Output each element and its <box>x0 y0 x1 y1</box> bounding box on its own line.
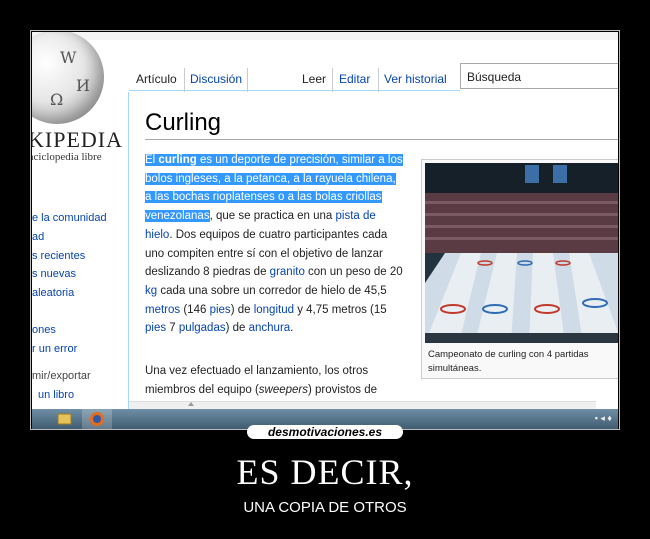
poster-title: ES DECIR, <box>236 452 414 492</box>
infobox-thumbnail: Campeonato de curling con 4 partidas sim… <box>421 159 618 379</box>
text-run: ) provistos de <box>308 383 378 396</box>
tab-separator <box>247 68 248 92</box>
globe-glyph: И <box>76 76 90 95</box>
link-petanca[interactable]: petanca <box>246 173 287 185</box>
scroll-up-arrow-icon[interactable] <box>188 402 194 406</box>
text-run: ) de <box>230 303 254 316</box>
text-run: , que se practica en una <box>209 210 336 223</box>
text-run: o a las <box>274 191 316 204</box>
text-run: El <box>145 154 159 166</box>
firefox-icon[interactable] <box>82 409 112 429</box>
link-anchura[interactable]: anchura <box>249 322 291 334</box>
link-kg[interactable]: kg <box>145 285 157 297</box>
system-tray-icons[interactable]: ▪ ◂ ♦ <box>595 413 612 424</box>
link-bochas[interactable]: bochas rioplatenses <box>173 191 275 203</box>
tab-discusion[interactable]: Discusión <box>190 72 242 86</box>
tab-separator <box>332 68 333 92</box>
sidebar-item-aleatoria[interactable]: aleatoria <box>32 287 74 299</box>
search-input[interactable]: Búsqueda <box>460 63 618 89</box>
link-bolos-ingleses[interactable]: bolos ingleses <box>145 173 218 185</box>
curling-arena-photo[interactable] <box>425 163 618 343</box>
tab-ver-historial[interactable]: Ver historial <box>384 72 447 86</box>
text-run: con un peso de 20 <box>304 266 403 279</box>
browser-screen: W И Ω KIPEDIA nciclopedia libre e la com… <box>32 32 618 429</box>
text-run: cada una sobre un corredor de hielo de 4… <box>157 284 387 297</box>
sidebar-item-paginas-nuevas[interactable]: s nuevas <box>32 268 76 280</box>
text-run: ) de <box>225 322 249 335</box>
link-longitud[interactable]: longitud <box>254 304 294 316</box>
text-run: , a la <box>286 172 316 185</box>
tab-editar[interactable]: Editar <box>339 72 370 86</box>
sidebar-heading-imprimir: mir/exportar <box>32 370 91 382</box>
text-run: , a la <box>217 172 247 185</box>
link-rayuela-chilena[interactable]: rayuela chilena <box>315 173 392 185</box>
thumbnail-caption: Campeonato de curling con 4 partidas sim… <box>428 349 589 374</box>
sidebar-item-comunidad[interactable]: e la comunidad <box>32 212 107 224</box>
tab-underline <box>129 90 460 91</box>
sidebar-item-donaciones[interactable]: ones <box>32 324 56 336</box>
content-left-border <box>128 92 129 429</box>
sidebar-item-cambios-recientes[interactable]: s recientes <box>32 250 85 262</box>
wikipedia-tagline: nciclopedia libre <box>32 151 102 163</box>
link-metros[interactable]: metros <box>145 304 180 316</box>
site-watermark: desmotivaciones.es <box>247 425 403 439</box>
tab-articulo[interactable]: Artículo <box>136 72 177 86</box>
window-top-edge <box>32 32 618 40</box>
text-run: es un deporte de precisión, similar a lo… <box>196 154 403 166</box>
article-paragraph: Una vez efectuado el lanzamiento, los ot… <box>145 362 403 399</box>
text-run: 7 <box>166 322 179 335</box>
link-pulgadas[interactable]: pulgadas <box>179 322 226 334</box>
folder-icon[interactable] <box>52 409 76 429</box>
text-run: y 4,75 metros (15 <box>294 303 387 316</box>
sidebar-item-crear-libro[interactable]: un libro <box>38 389 74 401</box>
tab-separator <box>378 68 379 92</box>
wikipedia-globe-logo[interactable]: W И Ω <box>32 32 104 124</box>
wikipedia-wordmark: KIPEDIA <box>32 127 123 152</box>
globe-glyph: Ω <box>50 90 64 109</box>
page-title: Curling <box>145 109 222 136</box>
link-pies[interactable]: pies <box>210 304 231 316</box>
tab-leer[interactable]: Leer <box>302 72 326 86</box>
tab-separator <box>184 68 185 92</box>
link-granito[interactable]: granito <box>270 266 305 278</box>
screenshot-frame: W И Ω KIPEDIA nciclopedia libre e la com… <box>30 30 620 430</box>
sidebar-item-actualidad[interactable]: ad <box>32 231 44 243</box>
text-run: (146 <box>180 303 210 316</box>
globe-glyph: W <box>60 48 77 67</box>
italic-term: sweepers <box>258 383 308 396</box>
link-pies[interactable]: pies <box>145 322 166 334</box>
article-paragraph: El curling es un deporte de precisión, s… <box>145 151 403 338</box>
title-divider <box>145 139 618 140</box>
poster-subtitle: UNA COPIA DE OTROS <box>243 499 407 516</box>
bold-term: curling <box>158 154 197 166</box>
text-run: . <box>290 322 294 335</box>
sidebar-item-notificar-error[interactable]: r un error <box>32 343 77 355</box>
